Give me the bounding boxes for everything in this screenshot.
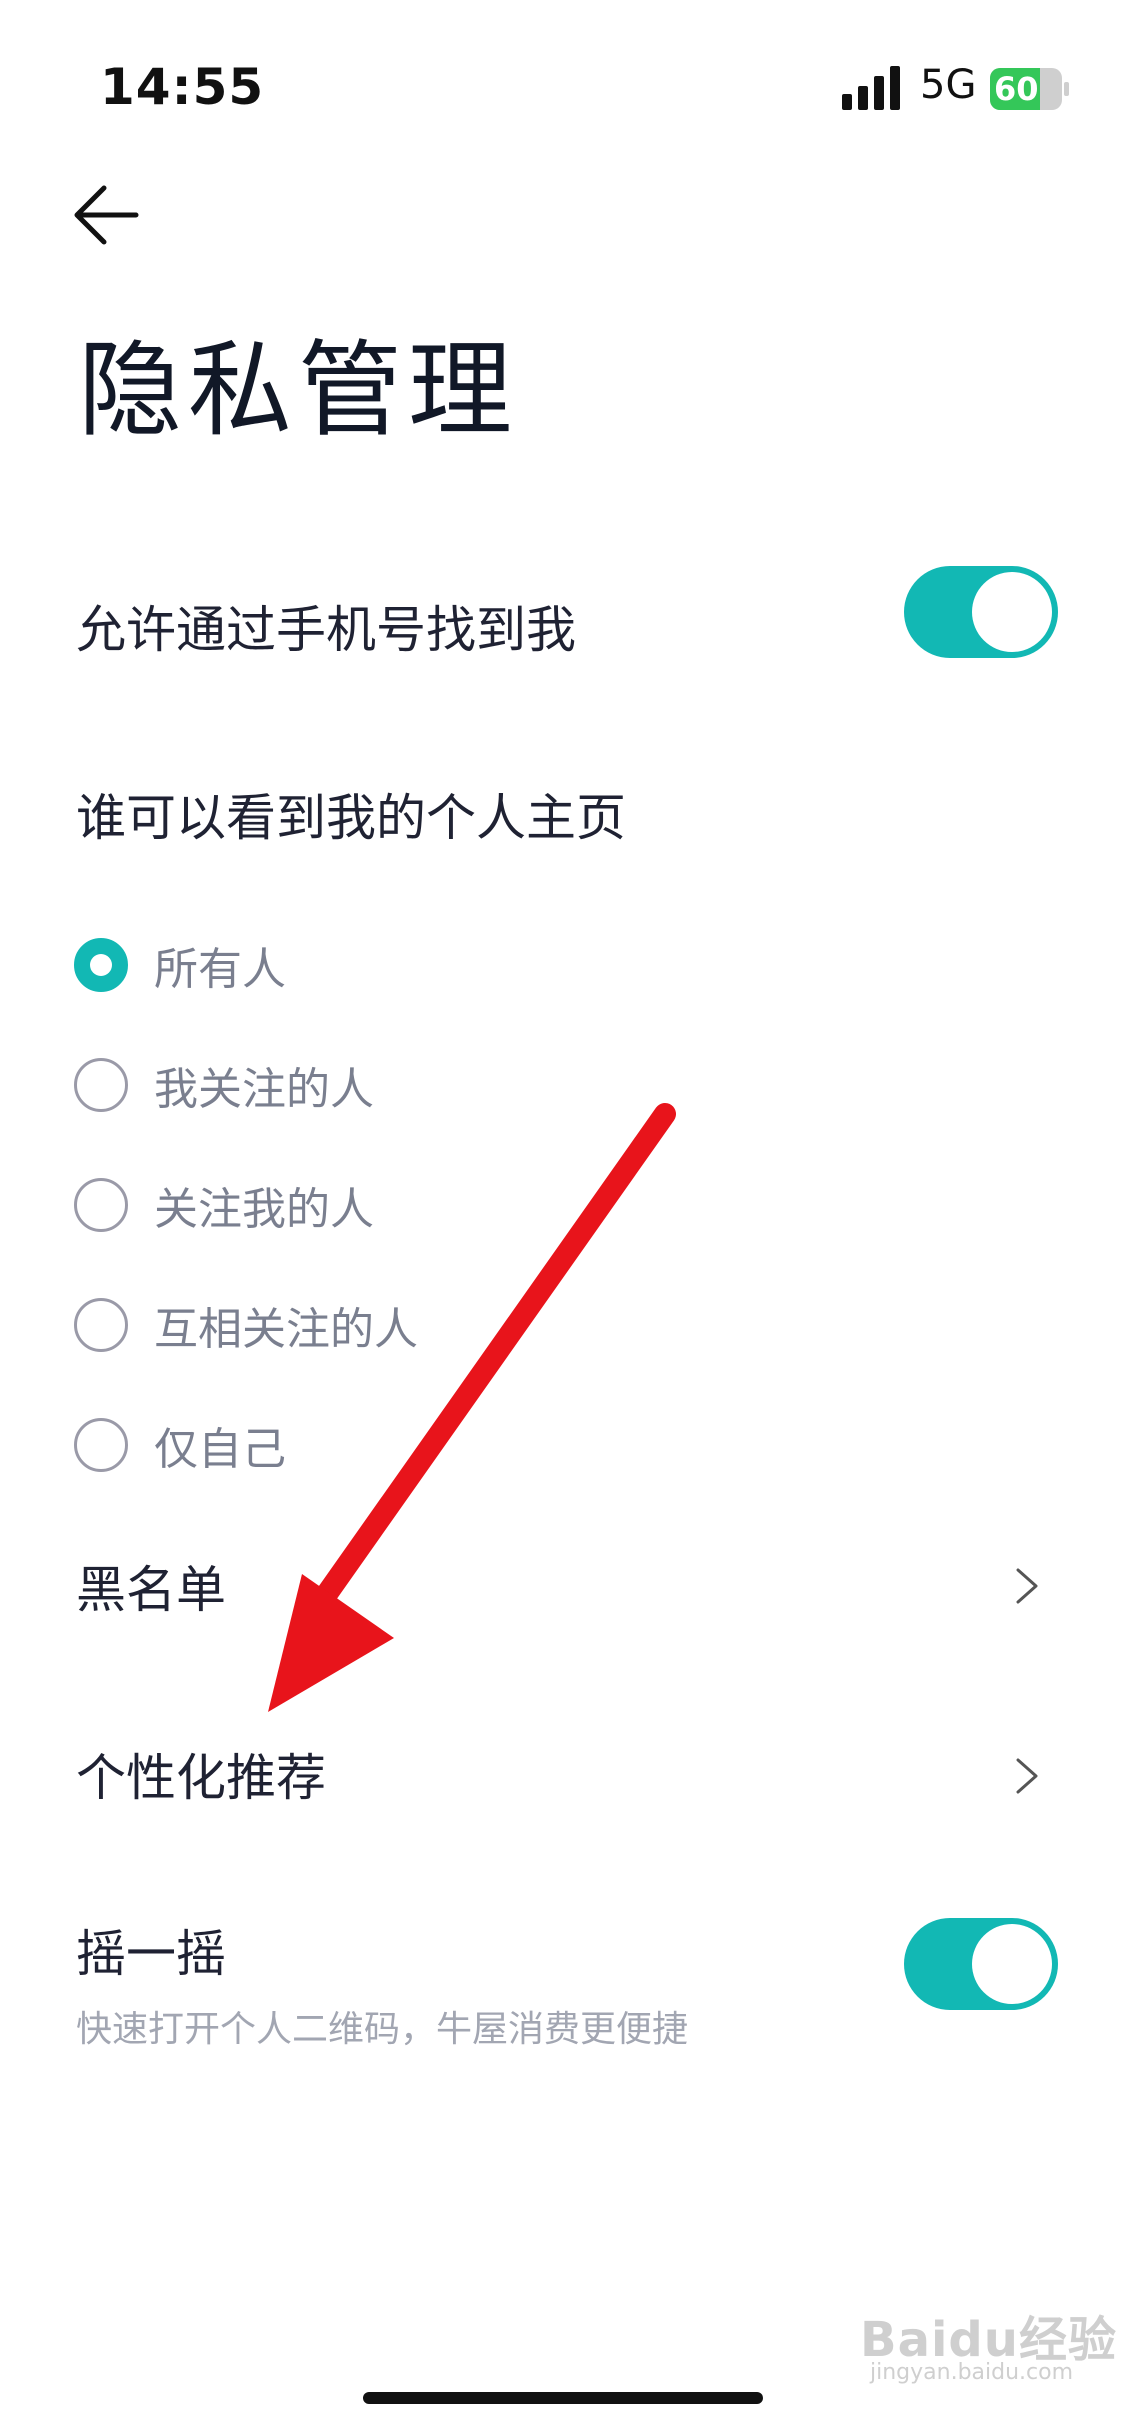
radio-unselected-icon [74,1058,128,1112]
find-by-phone-toggle[interactable] [904,566,1058,658]
battery-level: 60 [994,70,1039,108]
visibility-option-mutual[interactable]: 互相关注的人 [74,1290,974,1360]
page-title: 隐私管理 [78,329,519,451]
radio-unselected-icon [74,1418,128,1472]
radio-unselected-icon [74,1298,128,1352]
shake-toggle[interactable] [904,1918,1058,2010]
visibility-option-following[interactable]: 我关注的人 [74,1050,974,1120]
visibility-option-self[interactable]: 仅自己 [74,1410,974,1480]
home-indicator[interactable] [363,2392,763,2404]
radio-unselected-icon [74,1178,128,1232]
option-label: 所有人 [154,944,286,995]
signal-icon [842,66,900,110]
personalized-recommendation-label: 个性化推荐 [76,1749,326,1807]
option-label: 关注我的人 [154,1184,374,1235]
option-label: 仅自己 [154,1424,286,1475]
blacklist-label: 黑名单 [76,1561,226,1619]
watermark-site: jingyan.baidu.com [870,2360,1074,2385]
status-time: 14:55 [100,58,265,116]
radio-selected-icon [74,938,128,992]
visibility-option-everyone[interactable]: 所有人 [74,930,974,1000]
visibility-option-followers[interactable]: 关注我的人 [74,1170,974,1240]
blacklist-row[interactable]: 黑名单 [0,1530,1125,1640]
find-by-phone-label: 允许通过手机号找到我 [76,601,576,659]
option-label: 互相关注的人 [154,1304,418,1355]
chevron-right-icon [1016,1758,1038,1794]
visibility-heading: 谁可以看到我的个人主页 [76,789,626,847]
battery-icon: 60 [990,68,1070,110]
shake-description: 快速打开个人二维码，牛屋消费更便捷 [76,2009,689,2050]
toggle-knob [972,572,1052,652]
personalized-recommendation-row[interactable]: 个性化推荐 [0,1716,1125,1826]
shake-label: 摇一摇 [76,1925,226,1983]
chevron-right-icon [1016,1568,1038,1604]
option-label: 我关注的人 [154,1064,374,1115]
network-type: 5G [920,62,977,108]
toggle-knob [972,1924,1052,2004]
back-arrow-icon[interactable] [70,180,140,250]
